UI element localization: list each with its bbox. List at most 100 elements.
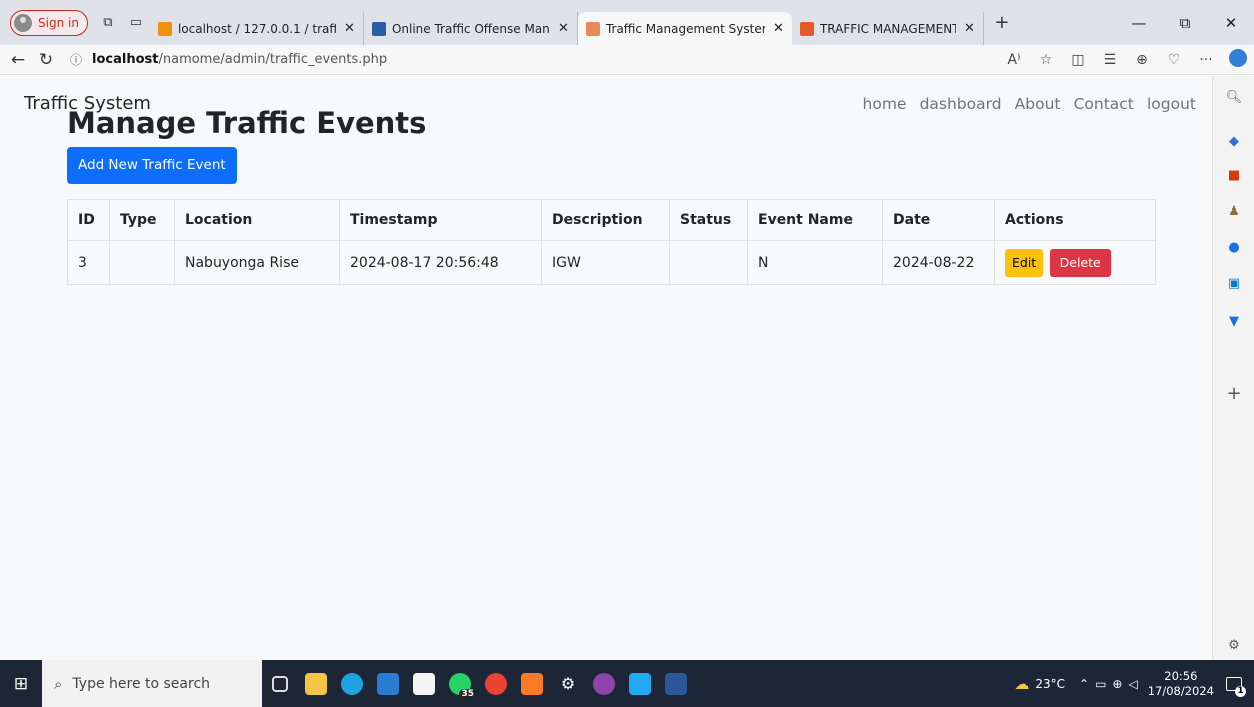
windows-taskbar: ⊞ ⌕ Type here to search 35 ⚙ ☁ 23°C ⌃ ▭ … bbox=[0, 660, 1254, 707]
tab-traffic-management-sys[interactable]: TRAFFIC MANAGEMENT SYS ✕ bbox=[792, 12, 984, 45]
clock-time: 20:56 bbox=[1164, 668, 1198, 683]
tab-traffic-management-active[interactable]: Traffic Management System ✕ bbox=[577, 12, 792, 45]
task-view-icon[interactable] bbox=[262, 660, 298, 707]
windows-start-icon[interactable]: ⊞ bbox=[0, 674, 42, 694]
tab-title: localhost / 127.0.0.1 / traffic | bbox=[177, 21, 336, 36]
restore-button[interactable]: ⧉ bbox=[1162, 14, 1208, 32]
network-icon[interactable]: ⊕ bbox=[1112, 677, 1122, 691]
drop-icon[interactable]: ▼ bbox=[1224, 312, 1244, 332]
cell-status bbox=[669, 240, 748, 285]
read-aloud-icon[interactable]: A⁾ bbox=[998, 52, 1030, 68]
browser-sidebar: 🔍︎ ◆ ■ ♟ ● ▣ ▼ + ⚙ bbox=[1212, 76, 1254, 660]
taskbar-search-placeholder: Type here to search bbox=[72, 675, 211, 692]
tab-title: Traffic Management System bbox=[605, 21, 766, 36]
tab-phpmyadmin[interactable]: localhost / 127.0.0.1 / traffic | ✕ bbox=[150, 12, 364, 45]
paint-icon[interactable] bbox=[586, 660, 622, 707]
info-icon[interactable]: ⓘ bbox=[70, 51, 82, 68]
collections-icon[interactable]: ⊕ bbox=[1126, 52, 1158, 68]
search-icon[interactable]: 🔍︎ bbox=[1224, 88, 1244, 108]
chrome-icon[interactable] bbox=[478, 660, 514, 707]
cell-type bbox=[109, 240, 175, 285]
add-sidebar-app-icon[interactable]: + bbox=[1224, 384, 1244, 404]
col-location: Location bbox=[174, 199, 340, 241]
weather-icon[interactable]: ☁ bbox=[1014, 675, 1029, 693]
microsoft365-icon[interactable]: ● bbox=[1224, 238, 1244, 258]
tools-icon[interactable]: ■ bbox=[1224, 166, 1244, 186]
address-bar[interactable]: ⓘ localhost /namome/admin/traffic_events… bbox=[60, 47, 998, 73]
site-icon bbox=[585, 21, 600, 36]
search-icon: ⌕ bbox=[54, 674, 63, 693]
weather-temp[interactable]: 23°C bbox=[1035, 677, 1065, 691]
whatsapp-badge: 35 bbox=[459, 689, 476, 699]
clock-date: 17/08/2024 bbox=[1147, 683, 1214, 698]
cell-id: 3 bbox=[67, 240, 110, 285]
delete-button[interactable]: Delete bbox=[1049, 248, 1111, 277]
sign-in-button[interactable]: Sign in bbox=[10, 9, 88, 36]
table-header-row: ID Type Location Timestamp Description S… bbox=[67, 199, 1156, 241]
edge-browser-icon[interactable] bbox=[334, 660, 370, 707]
favorites-icon[interactable]: ☰ bbox=[1094, 52, 1126, 68]
cell-description: IGW bbox=[541, 240, 670, 285]
tab-title: Online Traffic Offense Manag bbox=[391, 21, 551, 36]
traffic-events-table: ID Type Location Timestamp Description S… bbox=[67, 199, 1156, 285]
taskbar-search-box[interactable]: ⌕ Type here to search bbox=[42, 660, 262, 707]
sign-in-label: Sign in bbox=[38, 15, 79, 30]
close-tab-icon[interactable]: ✕ bbox=[773, 21, 784, 36]
main-content: Manage Traffic Events Add New Traffic Ev… bbox=[67, 105, 1157, 285]
tray-chevron-icon[interactable]: ⌃ bbox=[1079, 677, 1089, 691]
extensions-icon[interactable]: ♡ bbox=[1158, 52, 1190, 68]
notification-count: 1 bbox=[1235, 686, 1246, 697]
close-window-button[interactable]: ✕ bbox=[1208, 14, 1254, 32]
notification-center-icon[interactable]: 1 bbox=[1214, 660, 1254, 707]
taskbar-clock[interactable]: 20:56 17/08/2024 bbox=[1148, 669, 1214, 699]
settings-icon[interactable]: ⚙ bbox=[550, 660, 586, 707]
copilot-icon[interactable] bbox=[1222, 48, 1254, 71]
xampp-icon bbox=[799, 21, 814, 36]
col-status: Status bbox=[669, 199, 748, 241]
store-icon[interactable] bbox=[406, 660, 442, 707]
col-type: Type bbox=[109, 199, 175, 241]
close-tab-icon[interactable]: ✕ bbox=[558, 21, 569, 36]
games-icon[interactable]: ♟ bbox=[1224, 202, 1244, 222]
word-icon[interactable] bbox=[658, 660, 694, 707]
add-traffic-event-button[interactable]: Add New Traffic Event bbox=[67, 147, 237, 184]
favorite-star-icon[interactable]: ☆ bbox=[1030, 52, 1062, 68]
close-tab-icon[interactable]: ✕ bbox=[344, 21, 355, 36]
shopping-tag-icon[interactable]: ◆ bbox=[1224, 132, 1244, 152]
xampp-icon[interactable] bbox=[514, 660, 550, 707]
outlook-icon[interactable]: ▣ bbox=[1224, 274, 1244, 294]
col-event-name: Event Name bbox=[747, 199, 883, 241]
address-toolbar: ← ↻ ⓘ localhost /namome/admin/traffic_ev… bbox=[0, 45, 1254, 75]
tab-actions-icon[interactable]: ▭ bbox=[122, 15, 150, 30]
profile-avatar-icon bbox=[14, 13, 32, 32]
site-icon bbox=[371, 21, 386, 36]
sidebar-settings-icon[interactable]: ⚙ bbox=[1224, 636, 1244, 656]
volume-icon[interactable]: ◁ bbox=[1128, 677, 1137, 691]
split-screen-icon[interactable]: ◫ bbox=[1062, 52, 1094, 68]
cell-event-name: N bbox=[747, 240, 883, 285]
close-tab-icon[interactable]: ✕ bbox=[964, 21, 975, 36]
minimize-button[interactable]: — bbox=[1116, 14, 1162, 32]
cell-date: 2024-08-22 bbox=[882, 240, 995, 285]
battery-icon[interactable]: ▭ bbox=[1095, 677, 1106, 691]
browser-tab-strip: Sign in ⧉ ▭ localhost / 127.0.0.1 / traf… bbox=[0, 0, 1254, 45]
new-tab-button[interactable]: + bbox=[988, 12, 1016, 33]
url-host: localhost bbox=[92, 52, 159, 67]
page-title: Manage Traffic Events bbox=[67, 106, 427, 140]
file-explorer-icon[interactable] bbox=[298, 660, 334, 707]
table-row: 3 Nabuyonga Rise 2024-08-17 20:56:48 IGW… bbox=[67, 240, 1156, 285]
back-icon[interactable]: ← bbox=[4, 50, 32, 70]
whatsapp-icon[interactable]: 35 bbox=[442, 660, 478, 707]
workspaces-icon[interactable]: ⧉ bbox=[94, 15, 122, 30]
mail-icon[interactable] bbox=[370, 660, 406, 707]
tab-online-traffic[interactable]: Online Traffic Offense Manag ✕ bbox=[364, 12, 578, 45]
cell-timestamp: 2024-08-17 20:56:48 bbox=[339, 240, 542, 285]
col-description: Description bbox=[541, 199, 670, 241]
tab-title: TRAFFIC MANAGEMENT SYS bbox=[819, 21, 957, 36]
phpmyadmin-icon bbox=[157, 21, 172, 36]
vscode-icon[interactable] bbox=[622, 660, 658, 707]
more-options-icon[interactable]: ··· bbox=[1190, 52, 1222, 68]
edit-button[interactable]: Edit bbox=[1005, 248, 1044, 277]
col-actions: Actions bbox=[994, 199, 1156, 241]
refresh-icon[interactable]: ↻ bbox=[32, 50, 60, 70]
